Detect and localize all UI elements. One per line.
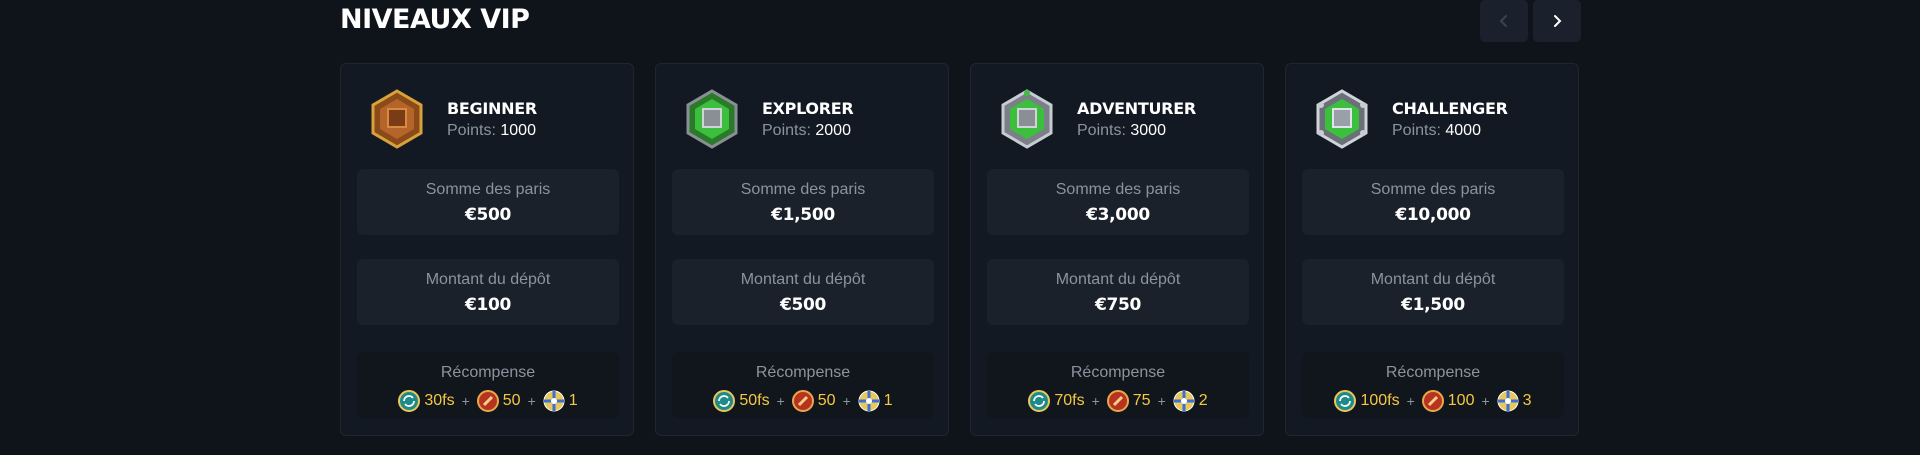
reward-second: 50 bbox=[817, 392, 836, 409]
vip-level-card: ADVENTURER Points: 3000 Somme des paris … bbox=[970, 63, 1264, 436]
silver-badge-icon bbox=[1316, 89, 1368, 149]
wheel-icon bbox=[1497, 390, 1519, 412]
bets-total-label: Somme des paris bbox=[425, 181, 551, 198]
vip-levels-list: BEGINNER Points: 1000 Somme des paris €5… bbox=[340, 63, 1579, 436]
bonus-coin-icon bbox=[476, 390, 499, 412]
level-name: EXPLORER bbox=[762, 98, 854, 118]
bets-total-value: €10,000 bbox=[1395, 205, 1471, 225]
level-points: Points: 1000 bbox=[447, 121, 536, 139]
reward-label: Récompense bbox=[440, 364, 536, 381]
bets-total-box: Somme des paris €3,000 bbox=[987, 169, 1249, 235]
reward-second: 75 bbox=[1132, 392, 1151, 409]
wheel-icon bbox=[858, 390, 880, 412]
bets-total-box: Somme des paris €10,000 bbox=[1302, 169, 1564, 235]
reward-box: Récompense 100fs + 100 + 3 bbox=[1302, 352, 1564, 418]
deposit-amount-value: €750 bbox=[1094, 295, 1142, 315]
freespins-icon bbox=[713, 390, 736, 412]
freespins-icon bbox=[398, 390, 421, 412]
deposit-amount-box: Montant du dépôt €500 bbox=[672, 259, 934, 325]
level-name: CHALLENGER bbox=[1392, 98, 1508, 118]
deposit-amount-box: Montant du dépôt €750 bbox=[987, 259, 1249, 325]
reward-freespins: 70fs bbox=[1054, 392, 1085, 409]
bets-total-value: €1,500 bbox=[771, 205, 835, 225]
deposit-amount-value: €1,500 bbox=[1401, 295, 1465, 315]
reward-box: Récompense 30fs + 50 + 1 bbox=[357, 352, 619, 418]
bonus-coin-icon bbox=[1421, 390, 1444, 412]
bets-total-label: Somme des paris bbox=[1055, 181, 1181, 198]
freespins-icon bbox=[1028, 390, 1051, 412]
deposit-amount-label: Montant du dépôt bbox=[740, 271, 866, 288]
carousel-prev-button[interactable] bbox=[1480, 0, 1528, 42]
vip-level-card: BEGINNER Points: 1000 Somme des paris €5… bbox=[340, 63, 634, 436]
reward-row: 50fs + 50 + 1 bbox=[672, 390, 934, 412]
deposit-amount-label: Montant du dépôt bbox=[1055, 271, 1181, 288]
bets-total-label: Somme des paris bbox=[1370, 181, 1496, 198]
reward-third: 3 bbox=[1522, 392, 1532, 409]
wheel-icon bbox=[1173, 390, 1195, 412]
deposit-amount-box: Montant du dépôt €1,500 bbox=[1302, 259, 1564, 325]
deposit-amount-value: €500 bbox=[779, 295, 827, 315]
chevron-right-icon bbox=[1554, 15, 1562, 27]
reward-label: Récompense bbox=[1385, 364, 1481, 381]
reward-box: Récompense 50fs + 50 + 1 bbox=[672, 352, 934, 418]
vip-level-card: EXPLORER Points: 2000 Somme des paris €1… bbox=[655, 63, 949, 436]
level-points: Points: 2000 bbox=[762, 121, 851, 139]
section-title: NIVEAUX VIP bbox=[340, 4, 530, 35]
bets-total-box: Somme des paris €500 bbox=[357, 169, 619, 235]
reward-row: 30fs + 50 + 1 bbox=[357, 390, 619, 412]
reward-freespins: 30fs bbox=[424, 392, 455, 409]
reward-row: 70fs + 75 + 2 bbox=[987, 390, 1249, 412]
reward-row: 100fs + 100 + 3 bbox=[1302, 390, 1564, 412]
reward-third: 1 bbox=[568, 392, 578, 409]
reward-freespins: 100fs bbox=[1360, 392, 1400, 409]
level-name: ADVENTURER bbox=[1077, 98, 1196, 118]
bonus-coin-icon bbox=[1106, 390, 1129, 412]
reward-label: Récompense bbox=[755, 364, 851, 381]
green-badge-icon bbox=[686, 89, 738, 149]
chevron-left-icon bbox=[1499, 15, 1507, 27]
level-points: Points: 3000 bbox=[1077, 121, 1166, 139]
carousel-next-button[interactable] bbox=[1533, 0, 1581, 42]
vip-level-card: CHALLENGER Points: 4000 Somme des paris … bbox=[1285, 63, 1579, 436]
bonus-coin-icon bbox=[791, 390, 814, 412]
reward-freespins: 50fs bbox=[739, 392, 770, 409]
level-name: BEGINNER bbox=[447, 98, 537, 118]
reward-third: 1 bbox=[883, 392, 893, 409]
reward-third: 2 bbox=[1198, 392, 1208, 409]
reward-label: Récompense bbox=[1070, 364, 1166, 381]
bets-total-value: €500 bbox=[464, 205, 512, 225]
deposit-amount-label: Montant du dépôt bbox=[425, 271, 551, 288]
green-silver-badge-icon bbox=[1001, 89, 1053, 149]
reward-box: Récompense 70fs + 75 + 2 bbox=[987, 352, 1249, 418]
bets-total-value: €3,000 bbox=[1086, 205, 1150, 225]
bronze-badge-icon bbox=[371, 89, 423, 149]
bets-total-box: Somme des paris €1,500 bbox=[672, 169, 934, 235]
level-points: Points: 4000 bbox=[1392, 121, 1481, 139]
deposit-amount-label: Montant du dépôt bbox=[1370, 271, 1496, 288]
reward-second: 100 bbox=[1447, 392, 1475, 409]
reward-second: 50 bbox=[502, 392, 521, 409]
bets-total-label: Somme des paris bbox=[740, 181, 866, 198]
freespins-icon bbox=[1334, 390, 1357, 412]
deposit-amount-box: Montant du dépôt €100 bbox=[357, 259, 619, 325]
wheel-icon bbox=[543, 390, 565, 412]
deposit-amount-value: €100 bbox=[464, 295, 512, 315]
